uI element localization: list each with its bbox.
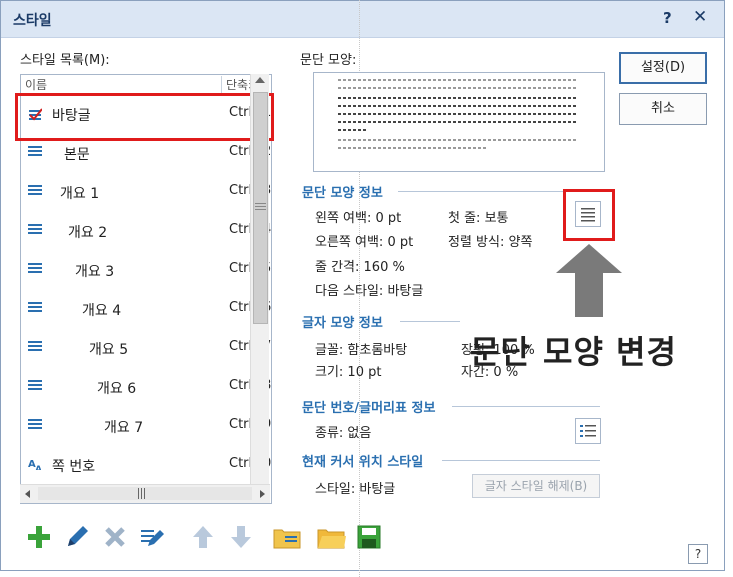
right-margin: 오른쪽 여백: 0 pt xyxy=(315,235,414,250)
paragraph-preview xyxy=(313,72,605,172)
ok-button[interactable]: 설정(D) xyxy=(619,52,707,84)
char-info-title: 글자 모양 정보 xyxy=(302,316,383,331)
close-icon[interactable]: ✕ xyxy=(693,7,707,27)
scroll-left-icon[interactable] xyxy=(25,490,30,498)
style-item-7[interactable]: 개요 6 Ctrl+8 xyxy=(20,368,271,406)
move-up-icon[interactable] xyxy=(188,522,218,552)
style-item-9[interactable]: A A 쪽 번호 Ctrl+0 xyxy=(20,446,271,482)
style-list-header: 이름 단축키 xyxy=(21,75,269,94)
move-down-icon[interactable] xyxy=(226,522,256,552)
dialog-title: 스타일 xyxy=(13,13,52,29)
cursor-style-value: 스타일: 바탕글 xyxy=(315,482,396,497)
numbering-kind: 종류: 없음 xyxy=(315,426,372,441)
paragraph-info-title: 문단 모양 정보 xyxy=(302,186,383,201)
style-list-label: 스타일 목록(M): xyxy=(20,53,110,68)
style-item-name: 개요 4 xyxy=(82,303,122,319)
style-item-4[interactable]: 개요 3 Ctrl+5 xyxy=(20,251,271,289)
paragraph-style-icon xyxy=(28,419,42,433)
numbering-button[interactable] xyxy=(575,418,601,444)
save-icon[interactable] xyxy=(354,522,384,552)
style-item-5[interactable]: 개요 4 Ctrl+6 xyxy=(20,290,271,328)
selected-item-highlight xyxy=(15,93,274,141)
scroll-thumb-horizontal[interactable] xyxy=(38,487,252,500)
svg-text:A: A xyxy=(35,465,41,470)
paragraph-style-icon xyxy=(28,263,42,277)
help-icon[interactable]: ? xyxy=(663,9,672,27)
font-size: 크기: 10 pt xyxy=(315,365,382,380)
left-margin: 왼쪽 여백: 0 pt xyxy=(315,211,402,226)
paragraph-shape-highlight xyxy=(563,189,615,241)
style-item-name: 개요 2 xyxy=(68,225,108,241)
numbering-info-title: 문단 번호/글머리표 정보 xyxy=(302,401,436,416)
style-item-3[interactable]: 개요 2 Ctrl+4 xyxy=(20,212,271,250)
paragraph-style-icon xyxy=(28,302,42,316)
replace-style-icon[interactable] xyxy=(138,522,168,552)
style-item-name: 개요 6 xyxy=(97,381,137,397)
col-name-header[interactable]: 이름 xyxy=(25,76,47,93)
line-spacing: 줄 간격: 160 % xyxy=(315,260,405,275)
style-item-2[interactable]: 개요 1 Ctrl+3 xyxy=(20,173,271,211)
release-char-style-button[interactable]: 글자 스타일 해제(B) xyxy=(472,474,600,498)
footer-help-button[interactable]: ? xyxy=(688,544,708,564)
font-name: 글꼴: 함초롬바탕 xyxy=(315,343,408,358)
scroll-right-icon[interactable] xyxy=(260,490,265,498)
style-item-8[interactable]: 개요 7 Ctrl+9 xyxy=(20,407,271,445)
style-item-name: 개요 5 xyxy=(89,342,129,358)
numbered-list-icon xyxy=(580,425,596,437)
paragraph-style-icon xyxy=(28,146,42,160)
title-bar: 스타일 ? ✕ xyxy=(1,1,724,38)
scroll-up-icon[interactable] xyxy=(255,77,265,83)
add-style-icon[interactable] xyxy=(24,522,54,552)
character-style-icon: A A xyxy=(28,459,41,470)
arrow-up-icon xyxy=(556,244,622,273)
style-item-name: 본문 xyxy=(64,147,90,163)
edit-style-icon[interactable] xyxy=(62,522,92,552)
paragraph-style-icon xyxy=(28,224,42,238)
vertical-scrollbar[interactable] xyxy=(250,74,269,484)
paragraph-style-icon xyxy=(28,185,42,199)
style-item-name: 개요 7 xyxy=(104,420,144,436)
style-item-name: 개요 3 xyxy=(75,264,115,280)
style-item-6[interactable]: 개요 5 Ctrl+7 xyxy=(20,329,271,367)
alignment: 정렬 방식: 양쪽 xyxy=(448,235,533,250)
open-folder-icon[interactable] xyxy=(316,522,346,552)
style-item-name: 개요 1 xyxy=(60,186,100,202)
cursor-style-title: 현재 커서 위치 스타일 xyxy=(302,455,424,470)
delete-style-icon[interactable] xyxy=(100,522,130,552)
paragraph-style-icon xyxy=(28,380,42,394)
horizontal-scrollbar[interactable] xyxy=(20,484,270,503)
first-line: 첫 줄: 보통 xyxy=(448,211,509,226)
import-style-icon[interactable] xyxy=(272,522,302,552)
paragraph-style-icon xyxy=(28,341,42,355)
preview-label: 문단 모양: xyxy=(300,53,357,68)
annotation-text: 문단 모양 변경 xyxy=(470,333,677,371)
arrow-shaft xyxy=(575,271,603,317)
cancel-button[interactable]: 취소 xyxy=(619,93,707,125)
next-style: 다음 스타일: 바탕글 xyxy=(315,284,424,299)
style-item-name: 쪽 번호 xyxy=(52,459,96,475)
scroll-thumb[interactable] xyxy=(253,92,268,324)
